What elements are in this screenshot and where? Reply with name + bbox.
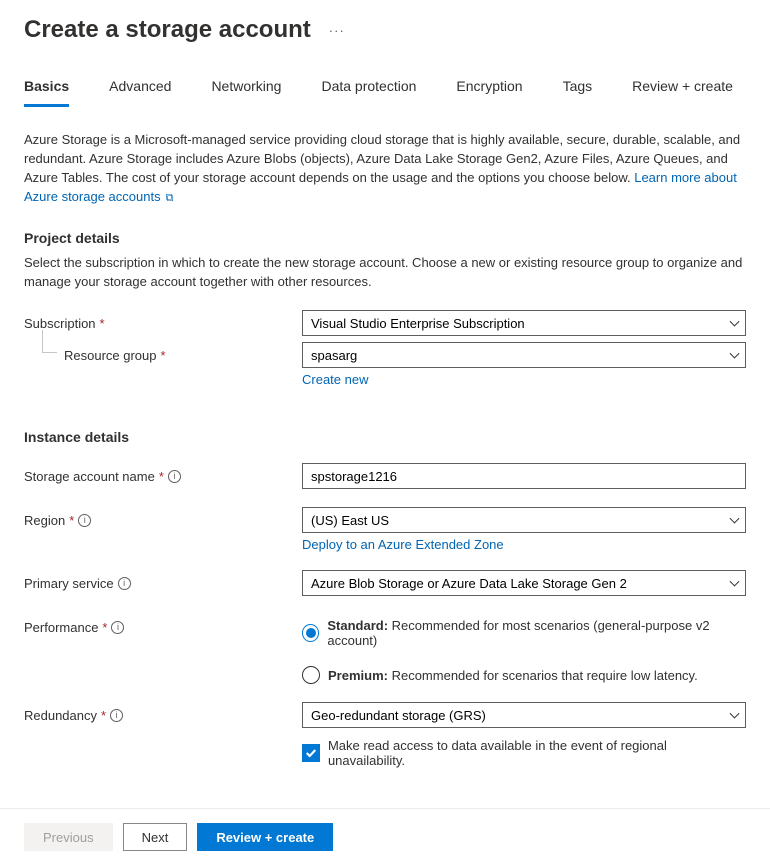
tabs: Basics Advanced Networking Data protecti… <box>24 72 746 107</box>
create-new-link[interactable]: Create new <box>302 372 368 387</box>
info-icon[interactable]: i <box>111 621 124 634</box>
performance-premium-label: Premium: Recommended for scenarios that … <box>328 668 698 683</box>
tab-basics[interactable]: Basics <box>24 72 69 107</box>
tab-encryption[interactable]: Encryption <box>456 72 522 107</box>
subscription-label: Subscription <box>24 316 96 331</box>
performance-standard-radio[interactable] <box>302 624 319 642</box>
more-icon[interactable]: ··· <box>329 23 345 38</box>
storage-account-name-input[interactable] <box>302 463 746 489</box>
tab-review-create[interactable]: Review + create <box>632 72 733 107</box>
project-details-desc: Select the subscription in which to crea… <box>24 254 746 292</box>
redundancy-label: Redundancy <box>24 708 97 723</box>
read-access-checkbox[interactable] <box>302 744 320 762</box>
resource-group-select[interactable] <box>302 342 746 368</box>
previous-button: Previous <box>24 823 113 851</box>
required-marker: * <box>100 316 105 331</box>
tab-advanced[interactable]: Advanced <box>109 72 171 107</box>
review-create-button[interactable]: Review + create <box>197 823 333 851</box>
performance-standard-label: Standard: Recommended for most scenarios… <box>327 618 746 648</box>
region-select[interactable] <box>302 507 746 533</box>
required-marker: * <box>102 620 107 635</box>
required-marker: * <box>69 513 74 528</box>
next-button[interactable]: Next <box>123 823 188 851</box>
required-marker: * <box>161 348 166 363</box>
region-label: Region <box>24 513 65 528</box>
info-icon[interactable]: i <box>118 577 131 590</box>
redundancy-select[interactable] <box>302 702 746 728</box>
required-marker: * <box>159 469 164 484</box>
resource-group-label: Resource group <box>64 348 157 363</box>
required-marker: * <box>101 708 106 723</box>
tab-data-protection[interactable]: Data protection <box>321 72 416 107</box>
info-icon[interactable]: i <box>110 709 123 722</box>
read-access-label: Make read access to data available in th… <box>328 738 746 768</box>
section-instance-details: Instance details <box>24 429 746 445</box>
footer: Previous Next Review + create <box>0 808 770 865</box>
external-link-icon: ⧉ <box>163 192 174 204</box>
performance-premium-radio[interactable] <box>302 666 320 684</box>
tab-tags[interactable]: Tags <box>563 72 593 107</box>
primary-service-label: Primary service <box>24 576 114 591</box>
intro-body: Azure Storage is a Microsoft-managed ser… <box>24 132 740 185</box>
performance-label: Performance <box>24 620 98 635</box>
section-project-details: Project details <box>24 230 746 246</box>
subscription-select[interactable] <box>302 310 746 336</box>
extended-zone-link[interactable]: Deploy to an Azure Extended Zone <box>302 537 504 552</box>
info-icon[interactable]: i <box>78 514 91 527</box>
page-title: Create a storage account <box>24 16 311 44</box>
primary-service-select[interactable] <box>302 570 746 596</box>
tab-networking[interactable]: Networking <box>211 72 281 107</box>
intro-text: Azure Storage is a Microsoft-managed ser… <box>24 131 746 206</box>
storage-account-name-label: Storage account name <box>24 469 155 484</box>
info-icon[interactable]: i <box>168 470 181 483</box>
